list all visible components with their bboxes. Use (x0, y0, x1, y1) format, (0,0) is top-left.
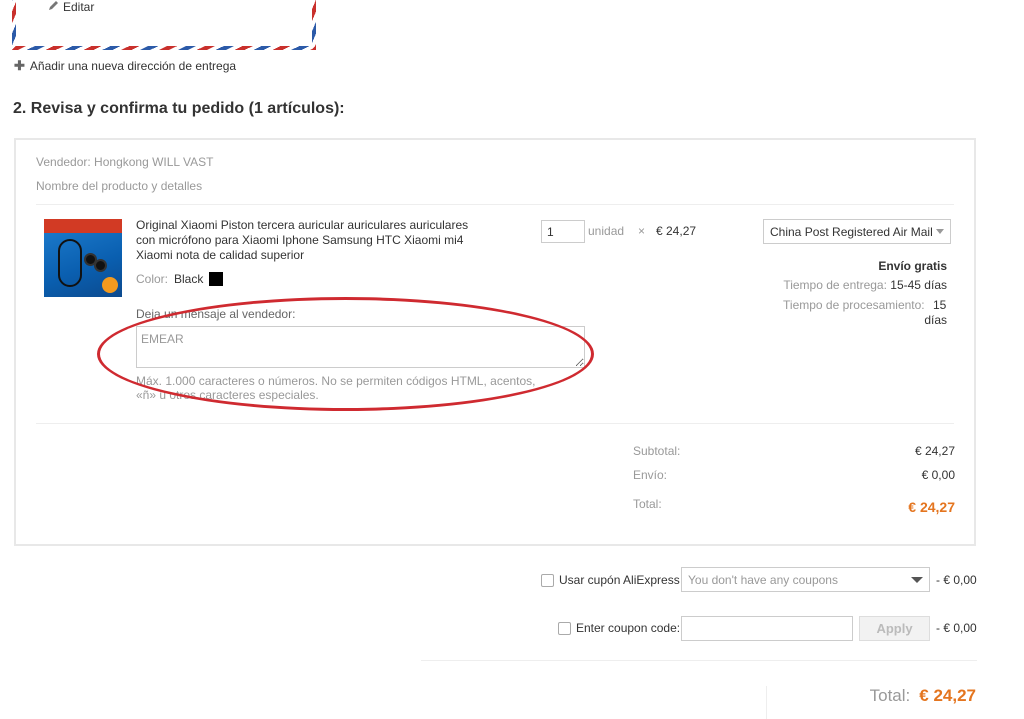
coupon-code-label: Enter coupon code: (576, 621, 681, 635)
order-total-value: € 24,27 (908, 499, 955, 515)
message-note: Máx. 1.000 caracteres o números. No se p… (136, 374, 536, 402)
subtotal-label: Subtotal: (633, 444, 681, 458)
quantity-input[interactable] (541, 220, 585, 243)
pencil-icon (48, 0, 59, 14)
product-thumbnail[interactable] (44, 219, 122, 297)
aliexpress-coupon-option[interactable]: Usar cupón AliExpress (541, 573, 680, 587)
header-divider (36, 204, 954, 205)
order-total-label: Total: (633, 497, 662, 511)
grand-total-label: Total: (869, 686, 911, 705)
thumbnail-badge (102, 277, 118, 293)
coupon-code-option[interactable]: Enter coupon code: (558, 621, 680, 635)
shipping-cost-label: Envío: (633, 468, 668, 482)
grand-total: Total: € 24,27 (870, 686, 976, 706)
times-sign: × (638, 224, 646, 238)
apply-coupon-button[interactable]: Apply (859, 616, 930, 641)
product-color: Color: Black (136, 272, 224, 286)
earbud-icon (94, 259, 107, 272)
aliexpress-coupon-discount: - € 0,00 (936, 573, 977, 587)
color-label: Color: (136, 272, 169, 286)
details-header: Nombre del producto y detalles (36, 179, 203, 193)
color-value: Black (174, 272, 204, 286)
chevron-down-icon (936, 229, 944, 234)
plus-icon: ✚ (14, 58, 25, 73)
aliexpress-coupon-checkbox[interactable] (541, 573, 554, 587)
total-separator (766, 686, 767, 719)
subtotal-value: € 24,27 (914, 444, 955, 458)
shipping-method-value: China Post Registered Air Mail (770, 224, 933, 239)
message-textarea[interactable]: EMEAR (136, 326, 585, 368)
processing-time-unit: días (700, 313, 947, 327)
processing-time-label: Tiempo de procesamiento: (783, 298, 925, 312)
coupon-divider (421, 660, 977, 661)
seller-name: Vendedor: Hongkong WILL VAST (36, 155, 214, 169)
shipping-cost-value: € 0,00 (921, 468, 955, 482)
coupon-code-discount: - € 0,00 (936, 621, 977, 635)
delivery-time-label: Tiempo de entrega: (783, 278, 887, 292)
edit-address-link[interactable]: Editar (48, 0, 94, 14)
coupon-code-input[interactable] (681, 616, 853, 641)
grand-total-value: € 24,27 (919, 686, 976, 705)
product-name[interactable]: Original Xiaomi Piston tercera auricular… (136, 218, 481, 263)
shipping-method-select[interactable]: China Post Registered Air Mail (763, 219, 951, 244)
add-address-link[interactable]: ✚ Añadir una nueva dirección de entrega (14, 58, 236, 74)
section-title: 2. Revisa y confirma tu pedido (1 artícu… (13, 100, 345, 117)
unit-label: unidad (588, 224, 625, 238)
aliexpress-coupon-placeholder: You don't have any coupons (688, 572, 838, 587)
processing-time-value: 15 (933, 298, 947, 312)
coupon-code-checkbox[interactable] (558, 621, 571, 635)
delivery-time-value: 15-45 días (890, 278, 947, 292)
processing-time: Tiempo de procesamiento: 15 (700, 298, 947, 312)
thumbnail-banner (44, 219, 122, 233)
thumbnail-cable (58, 239, 82, 287)
item-divider (36, 423, 954, 424)
color-swatch (209, 272, 224, 286)
chevron-down-icon (911, 576, 923, 583)
delivery-time: Tiempo de entrega: 15-45 días (700, 278, 947, 292)
add-address-label: Añadir una nueva dirección de entrega (29, 59, 237, 73)
processing-time-unit-value: días (924, 313, 947, 327)
aliexpress-coupon-select[interactable]: You don't have any coupons (681, 567, 930, 592)
free-shipping-label: Envío gratis (878, 259, 947, 273)
message-label: Deja un mensaje al vendedor: (136, 307, 296, 321)
edit-address-label: Editar (63, 0, 95, 14)
aliexpress-coupon-label: Usar cupón AliExpress (559, 573, 680, 587)
unit-price: € 24,27 (656, 224, 697, 238)
